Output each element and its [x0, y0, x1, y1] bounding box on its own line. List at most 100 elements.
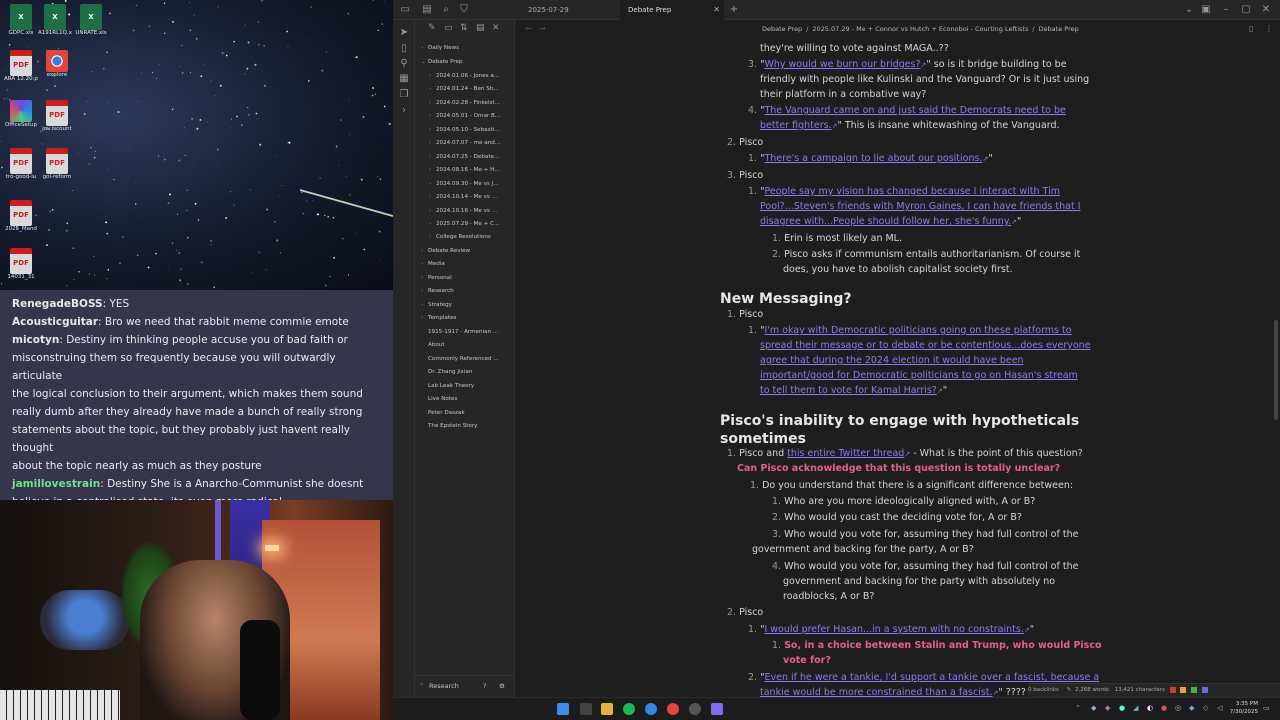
folder-item[interactable]: › 2024.05.10 - Sebasti... [429, 127, 525, 133]
tray-app-icon[interactable]: ◆ [1189, 704, 1194, 712]
folder-item[interactable]: › Daily News [421, 45, 517, 51]
note-link[interactable]: Why would we burn our bridges? [764, 59, 920, 70]
new-note-icon[interactable]: ✎ [428, 23, 436, 33]
desktop-icon[interactable]: OfficeSetup [4, 100, 38, 129]
folder-item[interactable]: › 2024.10.14 - Me vs ... [429, 194, 525, 200]
note-link[interactable]: Pool?...Steven's friends with Myron Gain… [760, 201, 1081, 212]
terminal-icon[interactable]: › [397, 104, 411, 118]
note-link[interactable]: People say my vision has changed because… [764, 186, 1060, 197]
tray-app-icon[interactable]: ◢ [1133, 704, 1138, 712]
tab-debate-prep[interactable]: Debate Prep ✕ [620, 0, 724, 20]
plugin-status-icon[interactable] [1169, 686, 1176, 693]
file-item[interactable]: About [421, 342, 517, 348]
bookmark-icon[interactable]: ⛉ [457, 3, 471, 17]
desktop-icon[interactable]: PDF 14031_31 [4, 248, 38, 281]
desktop-icon[interactable]: PDF jov.iscount [40, 100, 74, 133]
back-arrow-icon[interactable]: ← [525, 24, 532, 33]
note-link[interactable]: There's a campaign to lie about our posi… [764, 153, 982, 164]
plugin-status-icon[interactable] [1191, 686, 1198, 693]
obs-icon[interactable] [689, 703, 701, 715]
scrollbar[interactable] [1274, 320, 1278, 420]
tray-app-icon[interactable]: ● [1161, 704, 1167, 712]
folder-item[interactable]: › Personal [421, 275, 517, 281]
folder-item[interactable]: › 2024.10.16 - Me vs ... [429, 208, 525, 214]
copy-icon[interactable]: ❐ [397, 88, 411, 102]
chat-username[interactable]: RenegadeBOSS [12, 298, 103, 310]
desktop-icon[interactable]: X UNRATE.xls [74, 4, 108, 37]
tray-app-icon[interactable]: ◐ [1147, 704, 1153, 712]
note-link[interactable]: I'm okay with Democratic politicians goi… [764, 325, 1071, 336]
close-icon[interactable]: ✕ [713, 0, 720, 20]
tray-app-icon[interactable]: ◆ [1091, 704, 1096, 712]
files-icon[interactable]: ▯ [397, 42, 411, 56]
file-item[interactable]: The Epstein Story [421, 423, 517, 429]
file-item[interactable]: Live Notes [421, 396, 517, 402]
folder-item[interactable]: › 2024.09.30 - Me vs J... [429, 181, 525, 187]
network-icon[interactable]: ◇ [1203, 704, 1208, 712]
folder-item[interactable]: › 2024.07.07 - me and... [429, 140, 525, 146]
note-link[interactable]: agree that during the 2024 election it w… [760, 355, 1024, 366]
tray-overflow-icon[interactable]: ⌃ [1075, 704, 1081, 712]
folder-item[interactable]: › Templates [421, 315, 517, 321]
volume-icon[interactable]: ◁ [1217, 704, 1222, 712]
plugin-status-icon[interactable] [1180, 686, 1187, 693]
more-options-icon[interactable]: ⋮ [1265, 24, 1273, 33]
folder-item[interactable]: ⌄ Debate Prep [421, 59, 517, 65]
note-link[interactable]: better fighters. [760, 120, 832, 131]
desktop-icon[interactable]: X GDPC.xls [4, 4, 38, 37]
help-icon[interactable]: ? [483, 682, 486, 690]
start-button-icon[interactable] [557, 703, 569, 715]
chevron-down-icon[interactable]: ⌄ [1182, 3, 1196, 17]
file-item[interactable]: Commonly Referenced ... [421, 356, 517, 362]
folder-item[interactable]: › College Resolutions [429, 234, 525, 240]
edge-icon[interactable] [645, 703, 657, 715]
note-link[interactable]: to tell them to vote for Kamal Harris? [760, 385, 937, 396]
file-explorer-app-icon[interactable] [601, 703, 613, 715]
note-link[interactable]: spread their message or to debate or be … [760, 340, 1091, 351]
folder-item[interactable]: › Strategy [421, 302, 517, 308]
desktop-icon[interactable]: PDF gol-reform [40, 148, 74, 181]
note-link[interactable]: The Vanguard came on and just said the D… [764, 105, 1065, 116]
maximize-icon[interactable]: ▢ [1239, 3, 1253, 17]
tab-daily-note[interactable]: 2025-07-29 [520, 0, 617, 20]
chat-username[interactable]: micotyn [12, 334, 59, 346]
folder-item[interactable]: › 2024.02.28 - Finkelst... [429, 100, 525, 106]
tray-app-icon[interactable]: ● [1119, 704, 1125, 712]
folder-item[interactable]: › 2024.08.16 - Me + H... [429, 167, 525, 173]
send-icon[interactable]: ➤ [397, 26, 411, 40]
tray-app-icon[interactable]: ◆ [1105, 704, 1110, 712]
sidebar-toggle-icon[interactable]: ▭ [398, 3, 412, 17]
chat-username[interactable]: Acousticguitar [12, 316, 98, 328]
desktop-icon[interactable]: XA191RL1Q.xls [38, 4, 72, 37]
file-explorer-icon[interactable]: ▤ [420, 3, 434, 17]
folder-item[interactable]: › 2024.05.01 - Omar B... [429, 113, 525, 119]
close-icon[interactable]: ✕ [492, 23, 500, 33]
tray-app-icon[interactable]: ◎ [1175, 704, 1181, 712]
chrome-icon[interactable] [667, 703, 679, 715]
layout-icon[interactable]: ▣ [1199, 3, 1213, 17]
folder-item[interactable]: › Media [421, 261, 517, 267]
note-link[interactable]: disagree with...People should follow her… [760, 216, 1011, 227]
note-link[interactable]: Even if he were a tankie, I'd support a … [764, 672, 1099, 683]
file-item[interactable]: 1915-1917 - Armenian ... [421, 329, 517, 335]
sort-icon[interactable]: ⇅ [460, 23, 468, 33]
chat-username[interactable]: jamillovestrain [12, 478, 100, 490]
system-clock[interactable]: 3:35 PM 7/30/2025 [1230, 700, 1258, 716]
desktop-icon[interactable]: PDF 2025_Mand [4, 200, 38, 233]
folder-item[interactable]: › 2024.01.06 - Jones a... [429, 73, 525, 79]
obsidian-app-icon[interactable] [711, 703, 723, 715]
new-folder-icon[interactable]: ▭ [444, 23, 453, 33]
reading-view-icon[interactable]: ▯ [1249, 24, 1253, 33]
desktop-icon[interactable]: explore [40, 50, 74, 79]
folder-item[interactable]: › Debate Review [421, 248, 517, 254]
breadcrumb-item[interactable]: 2025.07.29 - Me + Connor vs Hutch + Econ… [812, 25, 1028, 33]
collapse-icon[interactable]: ▤ [476, 23, 485, 33]
folder-item[interactable]: › 2024.01.24 - Ben Sh... [429, 86, 525, 92]
canvas-icon[interactable]: ▦ [397, 72, 411, 86]
note-link[interactable]: important/good for Democratic politician… [760, 370, 1078, 381]
window-close-icon[interactable]: ✕ [1259, 3, 1273, 17]
minimize-icon[interactable]: – [1219, 3, 1233, 17]
breadcrumb-item[interactable]: Debate Prep [762, 25, 802, 33]
notification-icon[interactable]: ▭ [1263, 704, 1270, 712]
task-view-icon[interactable] [580, 703, 592, 715]
